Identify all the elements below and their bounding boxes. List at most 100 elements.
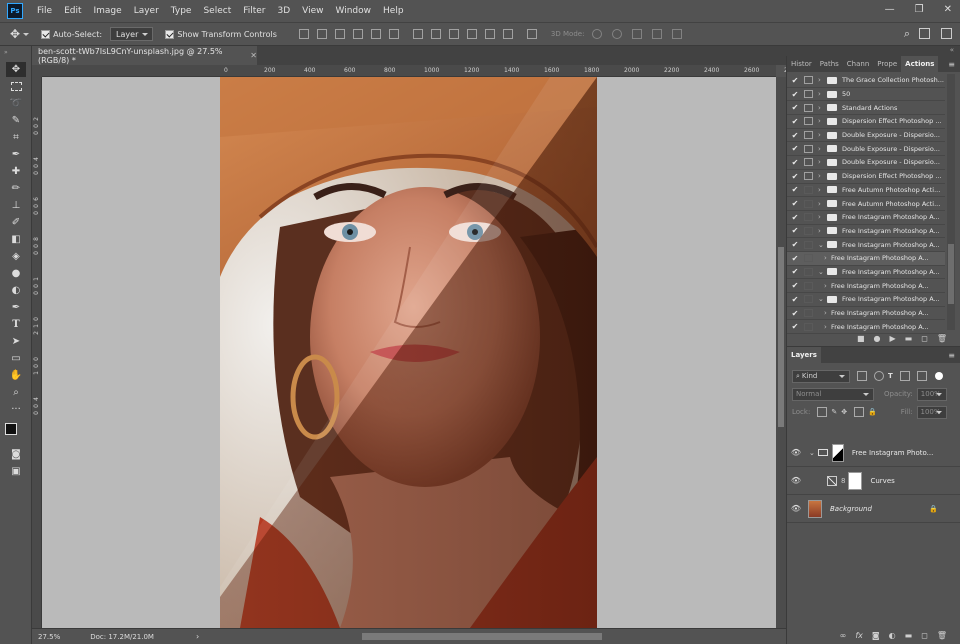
align-top-icon[interactable]: [298, 29, 309, 39]
action-toggle-check-icon[interactable]: ✔: [790, 267, 800, 276]
expanded-chevron-icon[interactable]: ⌄: [818, 268, 825, 276]
action-toggle-check-icon[interactable]: ✔: [790, 90, 800, 99]
eraser-tool-icon[interactable]: ◧: [6, 232, 26, 247]
filter-shape-icon[interactable]: [899, 371, 910, 381]
menu-view[interactable]: View: [296, 6, 329, 16]
distribute-bottom-icon[interactable]: [448, 29, 459, 39]
record-icon[interactable]: ●: [874, 334, 881, 343]
action-row[interactable]: ✔ › Standard Actions: [787, 101, 945, 116]
action-toggle-check-icon[interactable]: ✔: [790, 131, 800, 140]
collapsed-chevron-icon[interactable]: ›: [818, 213, 825, 221]
close-document-icon[interactable]: ✕: [250, 51, 257, 60]
menu-select[interactable]: Select: [197, 6, 237, 16]
collapsed-chevron-icon[interactable]: ›: [818, 76, 825, 84]
paint-bucket-tool-icon[interactable]: ◈: [6, 249, 26, 264]
filter-adjustment-icon[interactable]: [874, 371, 884, 381]
action-row[interactable]: ✔ › Free Instagram Photoshop A...: [787, 251, 945, 266]
collapsed-chevron-icon[interactable]: ›: [818, 145, 825, 153]
quick-mask-icon[interactable]: ◙: [6, 447, 26, 462]
expanded-chevron-icon[interactable]: ⌄: [818, 295, 825, 303]
quick-select-tool-icon[interactable]: ✎: [6, 113, 26, 128]
tab-actions[interactable]: Actions: [901, 56, 939, 72]
layer-name[interactable]: Free Instagram Photo...: [852, 449, 933, 457]
vertical-scroll-thumb[interactable]: [778, 247, 784, 427]
3d-pan-icon[interactable]: [632, 29, 643, 39]
tab-paths[interactable]: Paths: [816, 56, 843, 72]
menu-file[interactable]: File: [31, 6, 58, 16]
brush-tool-icon[interactable]: ✏: [6, 181, 26, 196]
collapse-panels-icon[interactable]: «: [950, 46, 954, 54]
link-icon[interactable]: 8: [841, 477, 845, 485]
action-toggle-check-icon[interactable]: ✔: [790, 185, 800, 194]
action-toggle-check-icon[interactable]: ✔: [790, 213, 800, 222]
filter-type-icon[interactable]: T: [888, 372, 893, 380]
action-row[interactable]: ✔ › Free Instagram Photoshop A...: [787, 307, 945, 321]
play-icon[interactable]: ▶: [889, 334, 895, 343]
collapsed-chevron-icon[interactable]: ›: [818, 117, 825, 125]
new-layer-icon[interactable]: ◻: [921, 631, 928, 640]
action-row[interactable]: ✔ › Dispersion Effect Photoshop ...: [787, 170, 945, 184]
fill-input[interactable]: 100%: [916, 405, 947, 419]
zoom-level[interactable]: 27.5%: [38, 633, 60, 641]
action-row[interactable]: ✔ › Free Autumn Photoshop Acti...: [787, 184, 945, 198]
adjustment-layer-icon[interactable]: ◐: [889, 631, 896, 640]
clone-stamp-tool-icon[interactable]: ⊥: [6, 198, 26, 213]
dialog-toggle-icon[interactable]: [804, 213, 813, 222]
align-left-icon[interactable]: [352, 29, 363, 39]
action-toggle-check-icon[interactable]: ✔: [790, 309, 800, 318]
filter-smart-object-icon[interactable]: [916, 371, 927, 381]
dialog-toggle-icon[interactable]: [804, 158, 813, 167]
tab-history[interactable]: Histor: [787, 56, 816, 72]
collapsed-chevron-icon[interactable]: ›: [824, 309, 831, 317]
menu-edit[interactable]: Edit: [58, 6, 87, 16]
action-row[interactable]: ✔ › 50: [787, 88, 945, 102]
visibility-eye-icon[interactable]: 👁: [787, 476, 805, 485]
distribute-left-icon[interactable]: [466, 29, 477, 39]
collapsed-chevron-icon[interactable]: ›: [818, 172, 825, 180]
dialog-toggle-icon[interactable]: [804, 267, 813, 276]
filter-toggle-icon[interactable]: [934, 372, 943, 380]
action-row[interactable]: ✔ ⌄ Free Instagram Photoshop A...: [787, 266, 945, 280]
lasso-tool-icon[interactable]: ➰: [6, 96, 26, 111]
group-expand-chevron-icon[interactable]: ⌄: [809, 449, 815, 457]
menu-window[interactable]: Window: [330, 6, 378, 16]
delete-action-icon[interactable]: 🗑: [937, 334, 947, 343]
edit-toolbar-icon[interactable]: ···: [6, 402, 26, 417]
curves-mask-thumbnail[interactable]: [848, 471, 863, 490]
auto-select-target-dropdown[interactable]: Layer: [110, 27, 154, 41]
distribute-right-icon[interactable]: [502, 29, 513, 39]
action-toggle-check-icon[interactable]: ✔: [790, 240, 800, 249]
blend-mode-dropdown[interactable]: Normal: [792, 387, 874, 401]
move-tool-icon[interactable]: ✥: [6, 62, 26, 77]
action-toggle-check-icon[interactable]: ✔: [790, 144, 800, 153]
lock-all-icon[interactable]: 🔒: [868, 408, 877, 416]
dialog-toggle-icon[interactable]: [804, 172, 813, 181]
horizontal-scroll-thumb[interactable]: [362, 633, 602, 640]
delete-layer-icon[interactable]: 🗑: [937, 631, 947, 640]
dodge-tool-icon[interactable]: ◐: [6, 283, 26, 298]
3d-orbit-icon[interactable]: [592, 29, 603, 39]
minimize-button[interactable]: —: [885, 4, 895, 15]
actions-scrollbar[interactable]: [947, 74, 955, 330]
search-icon[interactable]: ⌕: [904, 27, 910, 41]
dialog-toggle-icon[interactable]: [804, 254, 813, 263]
action-row[interactable]: ✔ › Free Autumn Photoshop Acti...: [787, 197, 945, 211]
expanded-chevron-icon[interactable]: ⌄: [818, 241, 825, 249]
blur-tool-icon[interactable]: ●: [6, 266, 26, 281]
visibility-eye-icon[interactable]: 👁: [787, 504, 805, 513]
background-thumbnail[interactable]: [808, 499, 822, 518]
dialog-toggle-icon[interactable]: [804, 131, 813, 140]
auto-select-checkbox[interactable]: [41, 29, 51, 39]
dialog-toggle-icon[interactable]: [804, 144, 813, 153]
filter-pixel-icon[interactable]: [857, 371, 867, 381]
canvas-area[interactable]: [42, 77, 776, 628]
actions-scroll-thumb[interactable]: [948, 244, 954, 304]
share-icon[interactable]: [941, 28, 952, 39]
history-brush-tool-icon[interactable]: ✐: [6, 215, 26, 230]
layers-panel-menu-icon[interactable]: ≡: [948, 351, 955, 360]
menu-filter[interactable]: Filter: [237, 6, 271, 16]
ruler-origin[interactable]: [32, 65, 42, 77]
dialog-toggle-icon[interactable]: [804, 281, 813, 290]
action-toggle-check-icon[interactable]: ✔: [790, 281, 800, 290]
hand-tool-icon[interactable]: ✋: [6, 368, 26, 383]
